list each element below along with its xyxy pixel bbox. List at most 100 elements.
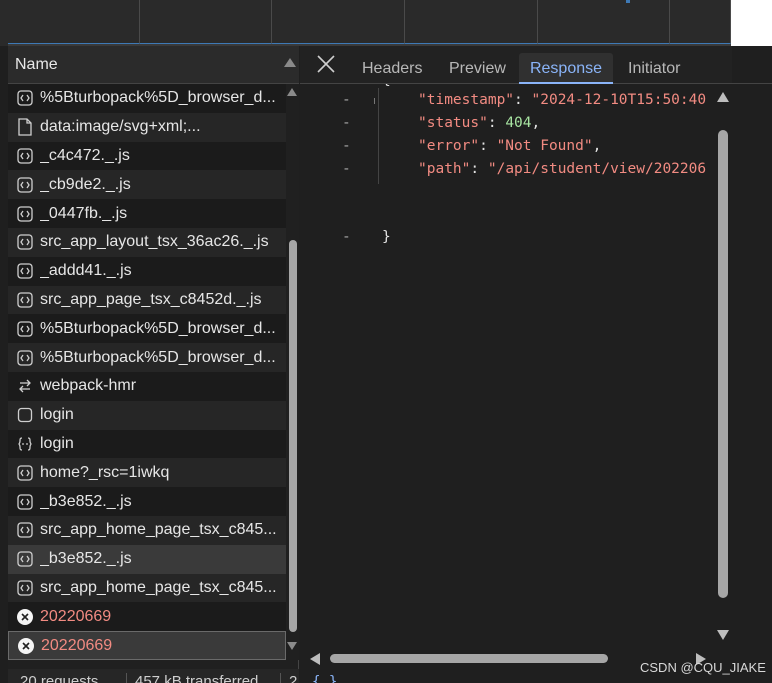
request-name: _0447fb._.js xyxy=(40,204,128,222)
response-vertical-scrollbar[interactable] xyxy=(716,92,732,642)
json-key: "timestamp" xyxy=(418,92,515,108)
json-line: "status": 404, xyxy=(418,115,540,131)
json-key: "status" xyxy=(418,115,488,131)
open-brace: { xyxy=(382,84,391,88)
scroll-down-icon[interactable] xyxy=(717,630,729,640)
network-status-bar: 20 requests 457 kB transferred 2 xyxy=(8,669,299,683)
error-icon xyxy=(17,637,35,655)
request-row[interactable]: _cb9de2._.js xyxy=(8,170,286,200)
json-value: 404 xyxy=(505,115,532,131)
json-value: "/api/student/view/202206 xyxy=(487,161,707,177)
gutter-marker: - xyxy=(342,115,351,131)
request-row[interactable]: _b3e852._.js xyxy=(8,544,286,574)
request-name: login xyxy=(40,434,74,452)
request-row[interactable]: src_app_page_tsx_c8452d._.js xyxy=(8,285,286,315)
request-name: src_app_layout_tsx_36ac26._.js xyxy=(40,233,269,251)
name-column-header[interactable]: Name xyxy=(8,46,299,84)
request-row[interactable]: home?_rsc=1iwkq xyxy=(8,458,286,488)
request-name: _b3e852._.js xyxy=(40,492,132,510)
scroll-up-icon[interactable] xyxy=(717,92,729,102)
tabs-overflow-area xyxy=(732,46,772,84)
request-row[interactable]: login xyxy=(8,400,286,430)
request-row[interactable]: _b3e852._.js xyxy=(8,487,286,516)
timeline-segment xyxy=(538,0,670,44)
pretty-print-button[interactable]: { } xyxy=(312,674,372,683)
request-name: %5Bturbopack%5D_browser_d... xyxy=(40,348,276,366)
checkbox-icon xyxy=(16,406,34,424)
json-separator: : xyxy=(514,92,532,108)
error-icon xyxy=(16,608,34,626)
scroll-up-icon[interactable] xyxy=(287,88,297,96)
timeline-segment xyxy=(272,0,405,44)
request-row[interactable]: %5Bturbopack%5D_browser_d... xyxy=(8,343,286,372)
request-rows: %5Bturbopack%5D_browser_d... data:image/s… xyxy=(8,84,286,660)
timeline-marker xyxy=(626,0,630,3)
request-row[interactable]: _c4c472._.js xyxy=(8,141,286,171)
transferred-size: 457 kB transferred xyxy=(126,673,258,683)
request-row[interactable]: 20220669 xyxy=(8,602,286,632)
document-icon xyxy=(16,118,34,136)
request-name: _c4c472._.js xyxy=(40,146,130,164)
request-row[interactable]: data:image/svg+xml;... xyxy=(8,112,286,142)
script-icon xyxy=(16,464,34,482)
request-list-panel: Name %5Bturbopack%5D_browser_d... data:im… xyxy=(8,46,299,683)
scrollbar-thumb[interactable] xyxy=(289,240,297,632)
request-name: src_app_home_page_tsx_c845... xyxy=(40,521,277,539)
request-row[interactable]: 20220669 xyxy=(8,631,286,660)
request-row[interactable]: src_app_home_page_tsx_c845... xyxy=(8,515,286,545)
request-row[interactable]: _0447fb._.js xyxy=(8,199,286,228)
close-brace: } xyxy=(382,229,391,245)
request-row[interactable]: %5Bturbopack%5D_browser_d... xyxy=(8,314,286,344)
request-list-scrollbar[interactable] xyxy=(286,84,299,660)
request-name: src_app_home_page_tsx_c845... xyxy=(40,578,277,596)
request-row[interactable]: %5Bturbopack%5D_browser_d... xyxy=(8,84,286,113)
tab-headers[interactable]: Headers xyxy=(362,53,422,84)
request-row[interactable]: _addd41._.js xyxy=(8,256,286,286)
column-title: Name xyxy=(15,56,58,73)
json-key: "error" xyxy=(418,138,480,154)
network-timeline[interactable] xyxy=(0,0,772,46)
request-name: %5Bturbopack%5D_browser_d... xyxy=(40,89,276,107)
watermark: CSDN @CQU_JIAKE xyxy=(640,660,766,675)
json-comma: , xyxy=(592,138,602,154)
response-body[interactable]: { - "timestamp": "2024-12-10T15:50:40 - "st… xyxy=(300,84,716,654)
request-name: _cb9de2._.js xyxy=(40,175,131,193)
json-value: "2024-12-10T15:50:40 xyxy=(531,92,707,108)
request-row[interactable]: login xyxy=(8,429,286,459)
request-count: 20 requests xyxy=(20,673,99,683)
script-icon xyxy=(16,176,34,194)
script-icon xyxy=(16,291,34,309)
gutter-marker: - xyxy=(342,229,351,245)
json-icon xyxy=(16,435,34,453)
page-background xyxy=(731,0,772,46)
timeline-segment xyxy=(405,0,538,44)
tab-preview[interactable]: Preview xyxy=(449,53,506,84)
tab-response[interactable]: Response xyxy=(519,53,613,84)
json-line: "error": "Not Found", xyxy=(418,138,601,154)
request-name: _addd41._.js xyxy=(40,262,132,280)
request-row[interactable]: src_app_layout_tsx_36ac26._.js xyxy=(8,227,286,257)
scroll-down-icon[interactable] xyxy=(287,642,297,650)
request-row[interactable]: src_app_home_page_tsx_c845... xyxy=(8,573,286,603)
request-name: %5Bturbopack%5D_browser_d... xyxy=(40,319,276,337)
request-name: 20220669 xyxy=(41,636,113,654)
script-icon xyxy=(16,320,34,338)
status-extra: 2 xyxy=(280,673,297,683)
gutter-marker: - xyxy=(342,92,351,108)
gutter-marker: - xyxy=(342,161,351,177)
timeline-segment xyxy=(670,0,731,44)
scroll-left-icon[interactable] xyxy=(310,653,320,665)
indent-guide xyxy=(378,88,379,184)
scrollbar-thumb[interactable] xyxy=(330,654,608,663)
sort-up-icon[interactable] xyxy=(284,58,296,67)
gutter-marker: - xyxy=(342,138,351,154)
scrollbar-thumb[interactable] xyxy=(718,130,728,598)
json-comma: , xyxy=(531,115,541,131)
tab-initiator[interactable]: Initiator xyxy=(628,53,680,84)
websocket-icon xyxy=(16,377,34,395)
request-row[interactable]: webpack-hmr xyxy=(8,371,286,401)
indent-guide xyxy=(374,98,375,104)
request-detail-panel: Headers Preview Response Initiator { - "t… xyxy=(300,46,772,683)
close-icon[interactable] xyxy=(316,54,336,74)
script-icon xyxy=(16,147,34,165)
